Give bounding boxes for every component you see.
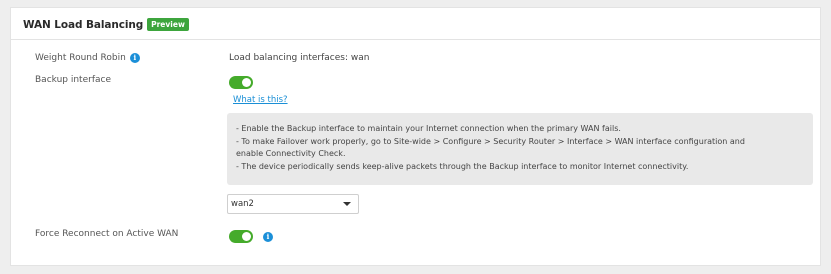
info-icon[interactable]: i (263, 232, 273, 242)
backup-interface-toggle[interactable] (229, 76, 253, 89)
force-reconnect-toggle[interactable] (229, 230, 253, 243)
backup-interface-label-group: Backup interface (35, 75, 111, 85)
load-balancing-interfaces-text: Load balancing interfaces: wan (229, 53, 370, 63)
weight-round-robin-label-group: Weight Round Robin i (35, 53, 140, 63)
force-reconnect-label-group: Force Reconnect on Active WAN (35, 229, 178, 239)
backup-interface-label: Backup interface (35, 75, 111, 85)
force-reconnect-label: Force Reconnect on Active WAN (35, 229, 179, 239)
toggle-knob (242, 78, 251, 87)
what-is-this-link[interactable]: What is this? (233, 95, 288, 105)
backup-interface-select[interactable]: wan2 (227, 194, 359, 214)
section-title: WAN Load Balancing (23, 18, 144, 31)
help-line: enable Connectivity Check. (236, 149, 346, 158)
chevron-down-icon (343, 202, 351, 206)
info-icon[interactable]: i (129, 53, 140, 63)
section-heading: WAN Load Balancing Preview (23, 18, 189, 31)
preview-badge: Preview (147, 18, 189, 31)
weight-round-robin-label: Weight Round Robin (35, 53, 126, 63)
help-line: - Enable the Backup interface to maintai… (236, 124, 621, 133)
backup-interface-selected-value: wan2 (231, 199, 254, 209)
help-line: - The device periodically sends keep-ali… (236, 161, 689, 171)
backup-interface-help-box: - Enable the Backup interface to maintai… (227, 113, 813, 185)
wan-load-balancing-card: WAN Load Balancing Preview Weight Round … (10, 7, 821, 266)
help-line: - To make Failover work properly, go to … (236, 136, 745, 146)
toggle-knob (242, 232, 251, 241)
section-divider (11, 39, 820, 40)
